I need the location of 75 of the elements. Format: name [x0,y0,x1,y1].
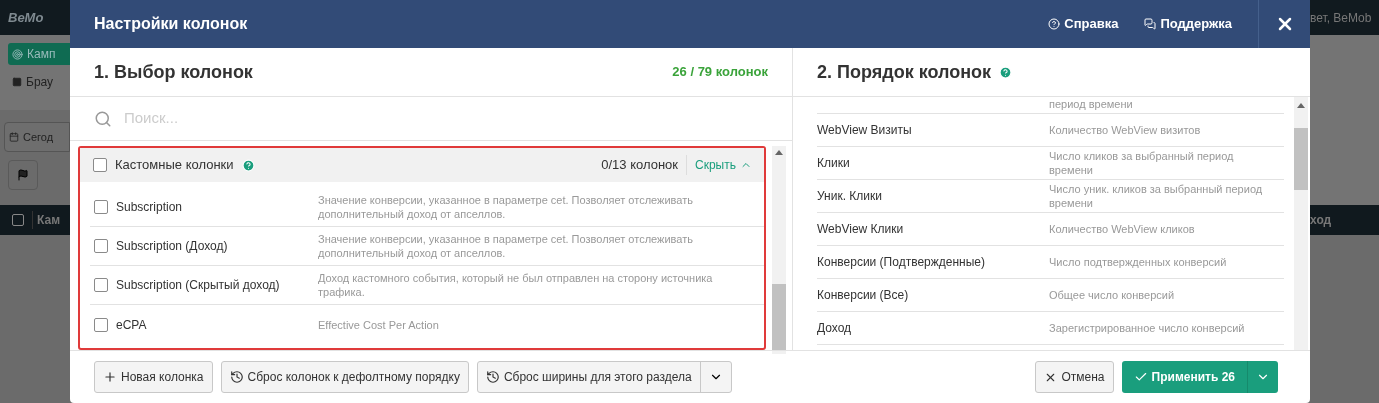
check-icon [1133,370,1148,384]
flag-button[interactable] [8,160,38,190]
column-name: eCPA [116,316,147,334]
checkbox[interactable] [94,239,108,253]
column-description: Число подтвержденных конверсий [1049,255,1228,269]
column-row[interactable]: Subscription (Доход) Значение конверсии, указанное в параметре cet. Позволяет отслеживать дополнительный доход от апселлов. [90,227,764,266]
header-checkbox[interactable] [12,214,24,226]
order-row[interactable]: Уник. Клики Число уник. кликов за выбранный период времени [817,180,1284,213]
order-row[interactable]: Доход Зарегистрированное число конверсий [817,312,1284,345]
order-row[interactable]: WebView Клики Количество WebView кликов [817,213,1284,246]
scroll-up-arrow-icon [1297,103,1305,108]
column-name: Subscription (Скрытый доход) [116,277,280,294]
chat-icon [1144,18,1157,30]
column-name: Клики [817,155,851,172]
header-link[interactable]: Поддержка [1144,14,1232,34]
column-name: Доход [817,320,853,337]
order-row[interactable]: Конверсии (Подтвержденные) Число подтвержденных конверсий [817,246,1284,279]
order-row[interactable]: WebView Визиты Количество WebView визитов [817,114,1284,147]
column-description: Effective Cost Per Action [318,317,440,332]
column-description: Значение конверсии, указанное в параметре cet. Позволяет отслеживать дополнительный доход от апселлов. [318,193,694,221]
checkbox[interactable] [93,158,107,172]
section-title: 1. Выбор колонок [94,60,253,84]
header-link[interactable]: Справка [1048,14,1119,34]
scrollbar[interactable] [772,146,786,354]
column-name: WebView Визиты [817,122,913,139]
checkbox[interactable] [94,278,108,292]
footer-button[interactable]: Новая колонка [95,362,212,392]
checkbox[interactable] [94,200,108,214]
search-icon [94,109,112,128]
checkbox[interactable] [94,317,108,332]
flag-icon [17,169,29,181]
column-name: Конверсии (Все) [817,287,910,304]
group-label: Кастомные колонки [115,156,234,175]
column-description: Общее число конверсий [1049,288,1176,302]
column-name: Конверсии (Подтвержденные) [817,254,986,271]
calendar-icon [9,132,19,142]
help-icon [241,158,255,172]
order-row[interactable]: Конверсии (Все) Общее число конверсий [817,279,1284,312]
scroll-up-arrow-icon [775,150,783,155]
column-description: Количество WebView визитов [1049,123,1202,137]
column-name: Уник. Клики [817,188,883,205]
column-description: период времени [1049,97,1134,111]
table-header-cell-text: ход [1310,212,1332,229]
order-row[interactable]: Клики Число кликов за выбранный период времени [817,147,1284,180]
target-icon [12,48,23,60]
column-row[interactable]: Subscription (Скрытый доход) Доход кастомного события, который не был отправлен на сторону источника трафика. [90,266,764,305]
column-description: Количество WebView кликов [1049,222,1196,236]
history-icon [485,370,500,384]
scrollbar-thumb[interactable] [772,284,786,350]
column-name: Subscription (Доход) [116,238,228,255]
cancel-button[interactable]: Отмена [1035,361,1114,393]
browser-icon [12,77,22,87]
column-row[interactable]: eCPA Effective Cost Per Action [90,305,764,344]
scrollbar-thumb[interactable] [1294,128,1308,190]
account-name: вет, BeMob [1310,9,1372,27]
column-description: Доход кастомного события, который не был отправлен на сторону источника трафика. [318,271,714,299]
logo-text: BeMo [8,8,44,27]
help-icon [1048,18,1061,30]
column-counter: 26 / 79 колонок [672,63,768,82]
column-description: Зарегистрированное число конверсий [1049,321,1246,335]
help-icon [999,65,1013,79]
column-description: Число кликов за выбранный период времени [1049,149,1235,177]
group-counter: 0/13 колонок [601,155,688,175]
plus-icon [103,370,117,384]
column-name: WebView Клики [817,221,905,238]
column-name: Subscription [116,199,183,216]
scrollbar[interactable] [1294,97,1308,350]
column-row[interactable]: Subscription Значение конверсии, указанное в параметре cet. Позволяет отслеживать дополнительный доход от апселлов. [90,188,764,227]
column-description: Число уник. кликов за выбранный период времени [1049,182,1264,210]
table-header-cell: Кам [32,211,61,229]
footer-button[interactable]: Сброс колонок к дефолтному порядку [221,362,468,392]
column-description: Значение конверсии, указанное в параметре cet. Позволяет отслеживать дополнительный доход от апселлов. [318,232,694,260]
history-icon [229,370,244,384]
modal-title: Настройки колонок [93,14,249,34]
section-title: 2. Порядок колонок [817,60,992,84]
